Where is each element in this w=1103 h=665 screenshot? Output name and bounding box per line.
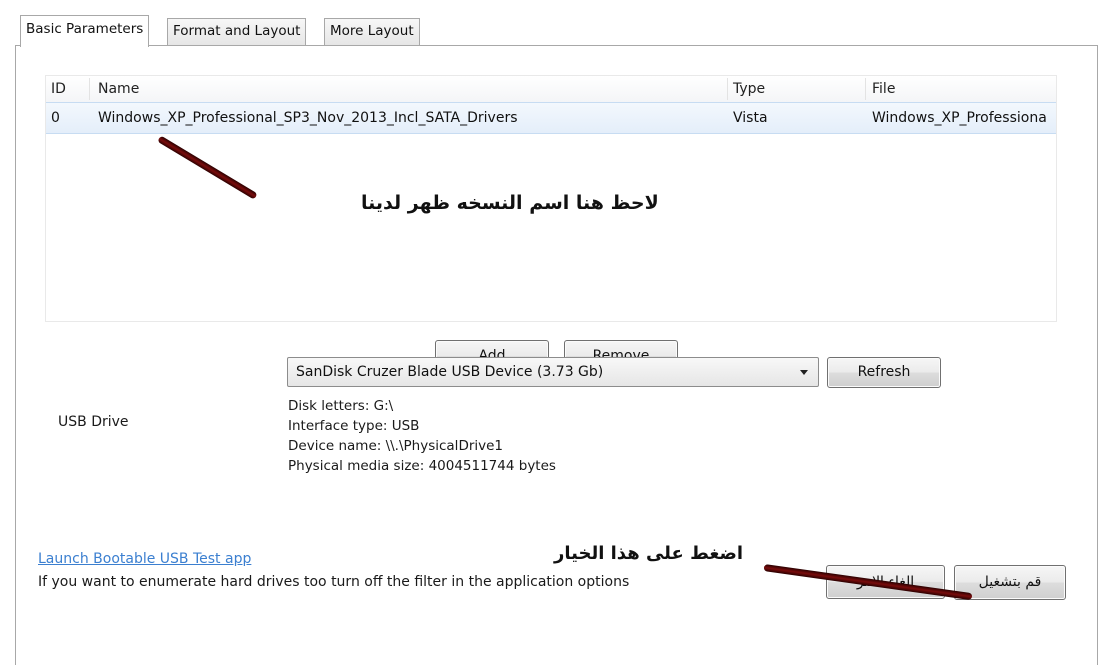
list-header: ID Name Type File [46, 76, 1056, 103]
cell-file: Windows_XP_Professiona [872, 110, 1047, 126]
column-header-file[interactable]: File [872, 76, 895, 102]
usb-drive-label: USB Drive [58, 414, 129, 430]
column-header-id[interactable]: ID [51, 76, 66, 102]
cell-name: Windows_XP_Professional_SP3_Nov_2013_Inc… [98, 110, 518, 126]
device-name: Device name: \\.\PhysicalDrive1 [288, 438, 504, 454]
tab-panel: ID Name Type File 0 Windows_XP_Professio… [15, 45, 1098, 665]
cell-id: 0 [51, 110, 60, 126]
column-separator[interactable] [727, 78, 728, 100]
refresh-button[interactable]: Refresh [827, 357, 941, 388]
tab-format-and-layout[interactable]: Format and Layout [167, 18, 307, 45]
column-separator[interactable] [865, 78, 866, 100]
usb-drive-select[interactable]: SanDisk Cruzer Blade USB Device (3.73 Gb… [287, 357, 819, 387]
column-header-name[interactable]: Name [98, 76, 139, 102]
launch-test-app-link[interactable]: Launch Bootable USB Test app [38, 551, 251, 567]
tab-more-layout[interactable]: More Layout [324, 18, 420, 45]
annotation-click-note: اضغط على هذا الخيار [554, 543, 744, 564]
usb-drive-selected-value: SanDisk Cruzer Blade USB Device (3.73 Gb… [296, 364, 604, 380]
filter-note: If you want to enumerate hard drives too… [38, 574, 630, 590]
chevron-down-icon[interactable] [800, 370, 808, 375]
annotation-name-note: لاحظ هنا اسم النسخه ظهر لدينا [361, 192, 659, 214]
physical-media-size: Physical media size: 4004511744 bytes [288, 458, 556, 474]
cell-type: Vista [733, 110, 768, 126]
column-separator[interactable] [89, 78, 90, 100]
table-row[interactable]: 0 Windows_XP_Professional_SP3_Nov_2013_I… [46, 102, 1056, 134]
tab-basic-parameters[interactable]: Basic Parameters [20, 15, 150, 47]
interface-type: Interface type: USB [288, 418, 420, 434]
column-header-type[interactable]: Type [733, 76, 765, 102]
disk-letters: Disk letters: G:\ [288, 398, 394, 414]
